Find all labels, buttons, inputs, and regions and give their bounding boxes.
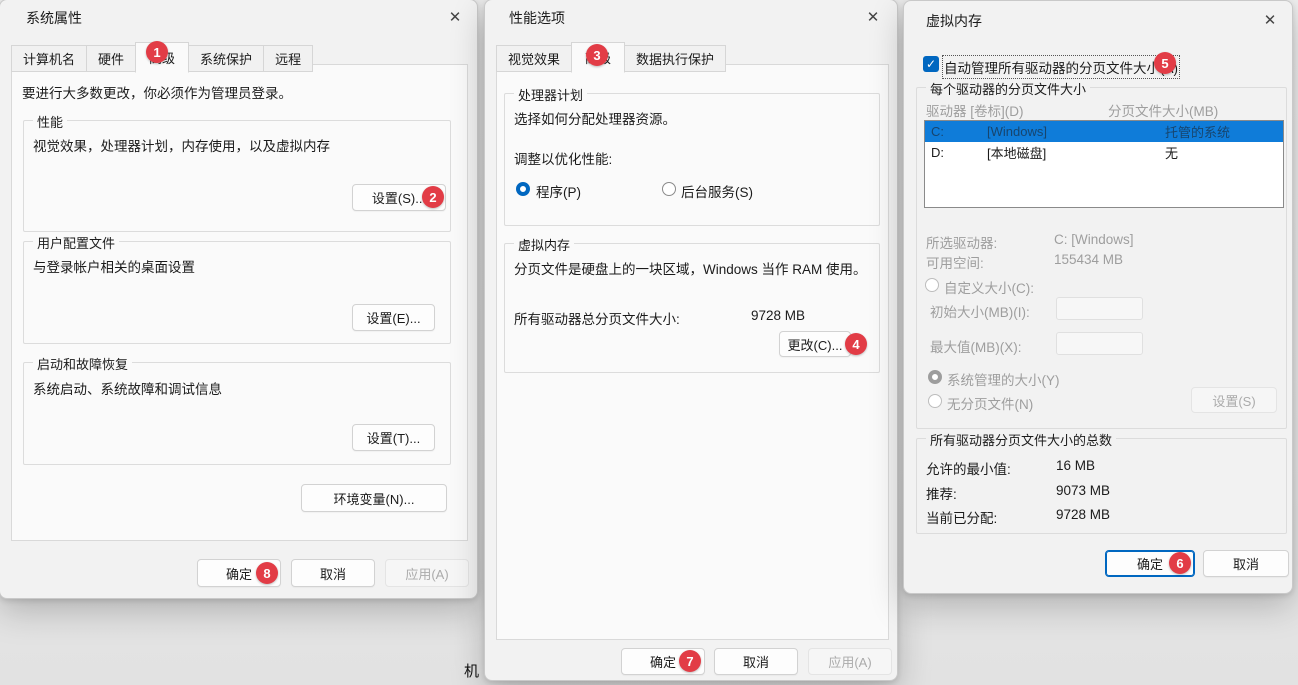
drive-letter: D: [931, 145, 944, 160]
virtual-memory-group-title: 虚拟内存 [514, 235, 574, 254]
free-space-label: 可用空间: [926, 252, 984, 272]
startup-recovery-settings-button[interactable]: 设置(T)... [352, 424, 435, 451]
paging-per-drive-title: 每个驱动器的分页文件大小 [926, 79, 1090, 98]
no-paging-file-radio-label: 无分页文件(N) [947, 393, 1033, 413]
performance-options-tabs: 视觉效果 高级 数据执行保护 [496, 41, 725, 72]
annotation-badge-7: 7 [679, 650, 701, 672]
annotation-badge-3: 3 [586, 44, 608, 66]
background-services-radio-label[interactable]: 后台服务(S) [681, 181, 753, 201]
virtual-memory-titlebar: 虚拟内存 ✕ [904, 1, 1292, 35]
tab-remote[interactable]: 远程 [263, 45, 313, 72]
drive-column-header: 驱动器 [卷标](D) [926, 100, 1024, 120]
system-managed-radio-label: 系统管理的大小(Y) [947, 369, 1060, 389]
processor-scheduling-title: 处理器计划 [514, 85, 587, 104]
annotation-badge-8: 8 [256, 562, 278, 584]
drive-row-c: C: [Windows] 托管的系统 [925, 121, 1283, 142]
close-icon[interactable]: ✕ [445, 7, 465, 27]
recommended-value: 9073 MB [1056, 483, 1110, 498]
no-paging-file-radio [928, 394, 942, 408]
performance-group-desc: 视觉效果，处理器计划，内存使用，以及虚拟内存 [33, 135, 330, 155]
min-allowed-value: 16 MB [1056, 458, 1095, 473]
tab-hardware[interactable]: 硬件 [86, 45, 136, 72]
recommended-label: 推荐: [926, 483, 957, 503]
tab-computer-name[interactable]: 计算机名 [11, 45, 87, 72]
total-paging-label: 所有驱动器总分页文件大小: [514, 308, 680, 328]
virtual-memory-dialog: 虚拟内存 ✕ ✓ 自动管理所有驱动器的分页文件大小(A) 5 每个驱动器的分页文… [903, 0, 1293, 594]
tab-visual-effects[interactable]: 视觉效果 [496, 45, 572, 72]
drive-paging-size: 无 [1165, 143, 1178, 162]
performance-options-titlebar: 性能选项 ✕ [485, 0, 897, 34]
system-managed-radio [928, 370, 942, 384]
drive-row-d: D: [本地磁盘] 无 [925, 142, 1283, 163]
annotation-badge-6: 6 [1169, 552, 1191, 574]
apply-button: 应用(A) [808, 648, 892, 675]
admin-note-text: 要进行大多数更改，你必须作为管理员登录。 [22, 82, 292, 102]
processor-scheduling-desc: 选择如何分配处理器资源。 [514, 108, 676, 128]
check-icon: ✓ [926, 57, 936, 71]
programs-radio-label[interactable]: 程序(P) [536, 181, 581, 201]
set-button: 设置(S) [1191, 387, 1277, 413]
close-icon[interactable]: ✕ [1260, 10, 1280, 30]
drive-paging-size: 托管的系统 [1165, 122, 1230, 141]
selected-drive-value: C: [Windows] [1054, 232, 1134, 247]
user-profiles-group-title: 用户配置文件 [33, 233, 119, 252]
background-services-radio[interactable] [662, 182, 676, 196]
size-column-header: 分页文件大小(MB) [1108, 100, 1218, 120]
auto-manage-checkbox[interactable]: ✓ [923, 56, 939, 72]
startup-recovery-group-desc: 系统启动、系统故障和调试信息 [33, 378, 222, 398]
totals-group-title: 所有驱动器分页文件大小的总数 [926, 430, 1116, 449]
drive-volume-label: [Windows] [987, 124, 1047, 139]
apply-button: 应用(A) [385, 559, 469, 587]
performance-group-title: 性能 [33, 112, 67, 131]
tune-performance-label: 调整以优化性能: [514, 148, 612, 168]
custom-size-radio-label: 自定义大小(C): [944, 277, 1034, 297]
tab-system-protection[interactable]: 系统保护 [188, 45, 264, 72]
performance-options-dialog: 性能选项 ✕ 视觉效果 高级 数据执行保护 3 处理器计划 选择如何分配处理器资… [484, 0, 898, 681]
startup-recovery-group-title: 启动和故障恢复 [33, 354, 132, 373]
auto-manage-checkbox-label[interactable]: 自动管理所有驱动器的分页文件大小(A) [944, 57, 1178, 77]
close-icon[interactable]: ✕ [863, 7, 883, 27]
custom-size-radio [925, 278, 939, 292]
environment-variables-button[interactable]: 环境变量(N)... [301, 484, 447, 512]
free-space-value: 155434 MB [1054, 252, 1123, 267]
currently-allocated-label: 当前已分配: [926, 507, 997, 527]
user-profiles-settings-button[interactable]: 设置(E)... [352, 304, 435, 331]
annotation-badge-2: 2 [422, 186, 444, 208]
user-profiles-group-desc: 与登录帐户相关的桌面设置 [33, 256, 195, 276]
total-paging-value: 9728 MB [751, 308, 805, 323]
programs-radio[interactable] [516, 182, 530, 196]
drive-letter: C: [931, 124, 944, 139]
selected-drive-label: 所选驱动器: [926, 232, 997, 252]
drive-listbox: C: [Windows] 托管的系统 D: [本地磁盘] 无 [924, 120, 1284, 208]
background-stray-text: 机 [464, 660, 479, 681]
cancel-button[interactable]: 取消 [1203, 550, 1289, 577]
annotation-badge-5: 5 [1154, 52, 1176, 74]
initial-size-label: 初始大小(MB)(I): [930, 301, 1030, 321]
change-button[interactable]: 更改(C)... [779, 331, 851, 357]
dialog-title: 系统属性 [26, 8, 82, 28]
min-allowed-label: 允许的最小值: [926, 458, 1011, 478]
cancel-button[interactable]: 取消 [714, 648, 798, 675]
initial-size-input [1056, 297, 1143, 320]
currently-allocated-value: 9728 MB [1056, 507, 1110, 522]
drive-volume-label: [本地磁盘] [987, 143, 1046, 162]
virtual-memory-desc: 分页文件是硬盘上的一块区域，Windows 当作 RAM 使用。 [514, 258, 867, 278]
max-size-input [1056, 332, 1143, 355]
system-properties-dialog: 系统属性 ✕ 计算机名 硬件 高级 系统保护 远程 1 要进行大多数更改，你必须… [0, 0, 478, 599]
annotation-badge-4: 4 [845, 333, 867, 355]
tab-dep[interactable]: 数据执行保护 [624, 45, 726, 72]
max-size-label: 最大值(MB)(X): [930, 336, 1022, 356]
dialog-title: 性能选项 [509, 8, 565, 28]
dialog-title: 虚拟内存 [926, 11, 982, 31]
system-properties-titlebar: 系统属性 ✕ [0, 0, 477, 34]
annotation-badge-1: 1 [146, 41, 168, 63]
cancel-button[interactable]: 取消 [291, 559, 375, 587]
